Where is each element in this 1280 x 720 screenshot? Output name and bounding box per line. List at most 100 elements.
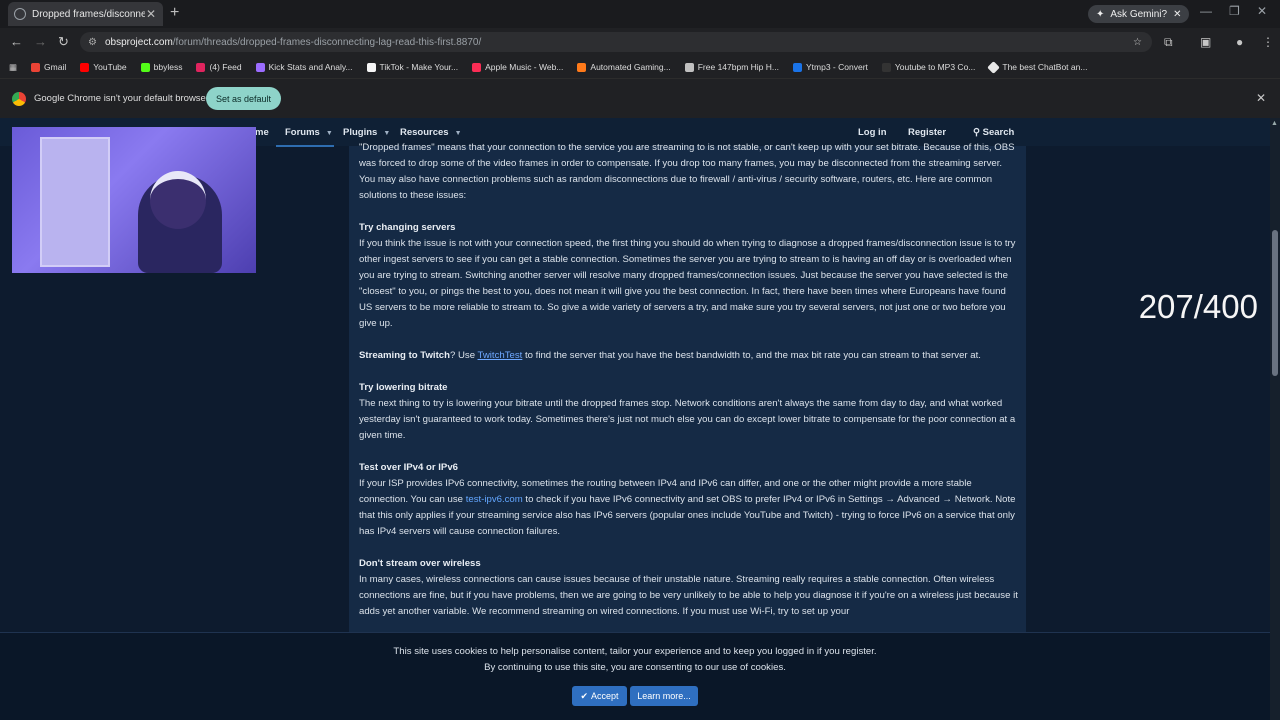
- bookmark-label: YouTube: [93, 62, 127, 72]
- infobar-message: Google Chrome isn't your default browser: [34, 93, 210, 104]
- learn-more-button[interactable]: Learn more...: [630, 686, 698, 706]
- nav-plugins[interactable]: Plugins ▼: [343, 127, 390, 138]
- nav-home[interactable]: me: [255, 127, 269, 138]
- webcam-background: [40, 137, 110, 267]
- site-info-icon[interactable]: ⚙: [88, 37, 97, 48]
- section-heading: Streaming to Twitch: [359, 350, 450, 361]
- reload-icon[interactable]: ↻: [58, 34, 69, 50]
- ask-gemini-button[interactable]: ✦ Ask Gemini? ✕: [1088, 5, 1190, 23]
- page-scrollbar[interactable]: ▲: [1270, 118, 1280, 720]
- search-link[interactable]: ⚲ Search: [973, 127, 1014, 138]
- back-icon[interactable]: ←: [10, 34, 23, 49]
- bookmark-kick-stats[interactable]: Kick Stats and Analy...: [255, 62, 353, 72]
- chevron-down-icon: ▼: [325, 130, 333, 137]
- close-infobar-icon[interactable]: ✕: [1256, 91, 1266, 105]
- check-icon: ✔: [580, 690, 589, 701]
- youtube-icon: [80, 62, 90, 72]
- address-bar[interactable]: ⚙ obsproject.com/forum/threads/dropped-f…: [80, 32, 1152, 52]
- feed-icon: [196, 62, 206, 72]
- ytmp3-icon: [793, 62, 802, 72]
- kick-stats-icon: [255, 62, 265, 72]
- window-close-icon[interactable]: ✕: [1257, 4, 1267, 18]
- bookmark-gmail[interactable]: Gmail: [31, 62, 66, 72]
- new-tab-button[interactable]: +: [170, 5, 179, 21]
- article-body: "Dropped frames" means that your connect…: [359, 140, 1019, 620]
- browser-tab[interactable]: Dropped frames/disconnecting ✕: [8, 2, 163, 26]
- bookmark-label: Free 147bpm Hip H...: [697, 62, 779, 72]
- extensions-icon[interactable]: ⧉: [1164, 35, 1173, 50]
- diamond-icon: [987, 60, 1001, 74]
- set-as-default-button[interactable]: Set as default: [206, 87, 282, 110]
- bookmark-yt-mp3[interactable]: Youtube to MP3 Co...: [881, 62, 975, 72]
- mp3-icon: [881, 62, 891, 72]
- forward-icon[interactable]: →: [34, 34, 47, 49]
- minimize-icon[interactable]: —: [1200, 4, 1212, 18]
- sparkle-icon: ✦: [1096, 8, 1105, 20]
- scrollbar-thumb[interactable]: [1272, 230, 1278, 376]
- nav-forums-label: Forums: [285, 127, 320, 138]
- section-paragraph: In many cases, wireless connections can …: [359, 574, 1018, 617]
- bookmark-label: Kick Stats and Analy...: [268, 62, 353, 72]
- url-host: obsproject.com: [104, 36, 173, 48]
- text: to find the server that you have the bes…: [522, 350, 981, 361]
- bookmark-label: Automated Gaming...: [590, 62, 671, 72]
- bookmark-bbyless[interactable]: bbyless: [140, 62, 183, 72]
- bookmark-chatbot[interactable]: The best ChatBot an...: [987, 60, 1087, 74]
- gmail-icon: [31, 62, 41, 72]
- section-heading: Try lowering bitrate: [359, 382, 448, 393]
- close-icon[interactable]: ✕: [1173, 9, 1181, 20]
- accept-label: Accept: [591, 691, 619, 701]
- bookmark-youtube[interactable]: YouTube: [80, 62, 127, 72]
- bookmark-ytmp3[interactable]: Ytmp3 - Convert: [793, 62, 868, 72]
- close-tab-icon[interactable]: ✕: [145, 7, 157, 21]
- ask-gemini-label: Ask Gemini?: [1110, 8, 1168, 20]
- bookmark-tiktok[interactable]: TikTok - Make Your...: [366, 62, 459, 72]
- apps-grid-icon[interactable]: ▦: [9, 62, 17, 73]
- globe-icon: [14, 8, 26, 20]
- profile-icon[interactable]: ●: [1236, 35, 1243, 49]
- tab-title: Dropped frames/disconnecting: [32, 8, 145, 20]
- bookmark-free-beats[interactable]: Free 147bpm Hip H...: [684, 62, 779, 72]
- sidepanel-icon[interactable]: ▣: [1200, 35, 1211, 49]
- bookmark-label: Apple Music - Web...: [485, 62, 564, 72]
- follower-counter: 207/400: [1138, 288, 1258, 325]
- bookmark-label: (4) Feed: [209, 62, 242, 72]
- tab-strip: Dropped frames/disconnecting ✕ + ✦ Ask G…: [0, 0, 1280, 28]
- register-link[interactable]: Register: [908, 127, 946, 138]
- nav-forums[interactable]: Forums ▼: [285, 127, 333, 138]
- section-paragraph: The next thing to try is lowering your b…: [359, 398, 1016, 441]
- bookmark-label: TikTok - Make Your...: [379, 62, 459, 72]
- accept-cookies-button[interactable]: ✔ Accept: [572, 686, 627, 706]
- beat-icon: [684, 62, 694, 72]
- nav-resources[interactable]: Resources ▼: [400, 127, 462, 138]
- bookmark-label: bbyless: [153, 62, 183, 72]
- intro-paragraph: "Dropped frames" means that your connect…: [359, 142, 1015, 201]
- scroll-up-icon[interactable]: ▲: [1271, 120, 1278, 127]
- nav-plugins-label: Plugins: [343, 127, 378, 138]
- cookie-text-1: This site uses cookies to help personali…: [393, 646, 877, 657]
- webcam-head: [150, 171, 206, 229]
- bookmark-automated-gaming[interactable]: Automated Gaming...: [577, 62, 671, 72]
- twitchtest-link[interactable]: TwitchTest: [478, 350, 523, 361]
- search-icon: ⚲: [973, 127, 983, 138]
- tiktok-icon: [366, 62, 376, 72]
- section-heading: Try changing servers: [359, 222, 456, 233]
- webcam-overlay: [12, 127, 256, 273]
- cookie-notice: This site uses cookies to help personali…: [0, 632, 1270, 720]
- section-heading: Don't stream over wireless: [359, 558, 481, 569]
- bookmark-apple-music[interactable]: Apple Music - Web...: [472, 62, 563, 72]
- bookmark-label: Gmail: [44, 62, 67, 72]
- section-paragraph: If you think the issue is not with your …: [359, 238, 1016, 329]
- bookmark-star-icon[interactable]: ☆: [1133, 37, 1142, 48]
- bookmark-feed[interactable]: (4) Feed: [196, 62, 242, 72]
- active-tab-indicator: [276, 145, 334, 147]
- test-ipv6-link[interactable]: test-ipv6.com: [466, 494, 523, 505]
- chevron-down-icon: ▼: [454, 130, 462, 137]
- menu-icon[interactable]: ⋮: [1262, 35, 1274, 49]
- login-link[interactable]: Log in: [858, 127, 887, 138]
- restore-icon[interactable]: ❐: [1229, 4, 1240, 18]
- section-heading: Test over IPv4 or IPv6: [359, 462, 459, 473]
- toolbar: ← → ↻ ⚙ obsproject.com/forum/threads/dro…: [0, 28, 1280, 56]
- chrome-logo-icon: [12, 92, 26, 106]
- cookie-text-2: By continuing to use this site, you are …: [484, 662, 786, 673]
